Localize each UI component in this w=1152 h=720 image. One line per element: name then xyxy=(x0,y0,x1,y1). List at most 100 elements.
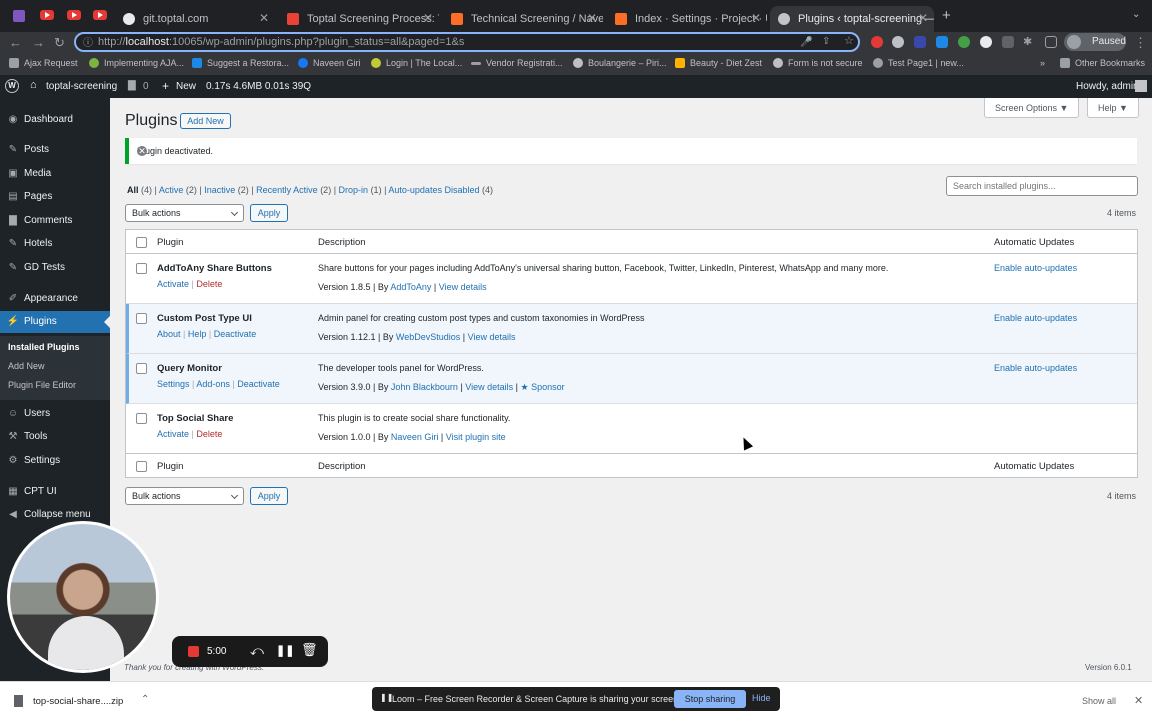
new-content-link[interactable]: New xyxy=(176,81,196,92)
webcam-bubble[interactable] xyxy=(7,521,159,673)
enable-auto-updates-link[interactable]: Enable auto-updates xyxy=(994,313,1077,323)
bookmark-item[interactable]: Implementing AJA... xyxy=(89,58,184,68)
tab-search-icon[interactable] xyxy=(13,10,25,22)
sidebar-item-media[interactable]: ▣ Media xyxy=(0,163,110,185)
site-name-link[interactable]: toptal-screening xyxy=(46,81,117,92)
stop-sharing-button[interactable]: Stop sharing xyxy=(674,690,746,708)
profile-paused-button[interactable]: Paused xyxy=(1064,33,1126,51)
apply-button[interactable]: Apply xyxy=(250,204,288,222)
filter-all[interactable]: All xyxy=(127,185,139,195)
extension-icon[interactable] xyxy=(958,36,970,48)
howdy-account-link[interactable]: Howdy, admin xyxy=(1076,81,1139,92)
details-link[interactable]: View details xyxy=(465,382,513,392)
filter-drop-in[interactable]: Drop-in xyxy=(339,185,369,195)
sidebar-item-posts[interactable]: ✎ Posts xyxy=(0,139,110,161)
plugin-checkbox[interactable] xyxy=(136,263,147,274)
extension-icon[interactable] xyxy=(871,36,883,48)
action-deactivate[interactable]: Deactivate xyxy=(237,379,280,389)
share-icon[interactable]: ⇪ xyxy=(822,34,830,50)
sidebar-item-settings[interactable]: ⚙ Settings xyxy=(0,450,110,472)
sidebar-item-gd-tests[interactable]: ✎ GD Tests xyxy=(0,257,110,279)
action-activate[interactable]: Activate xyxy=(157,429,189,439)
bulk-actions-select[interactable]: Bulk actions xyxy=(125,204,244,222)
download-filename[interactable]: top-social-share....zip xyxy=(33,696,123,707)
filter-recently-active[interactable]: Recently Active xyxy=(256,185,318,195)
help-button[interactable]: Help ▼ xyxy=(1087,98,1139,118)
restart-icon[interactable]: ⤺ xyxy=(250,643,264,659)
details-link[interactable]: View details xyxy=(468,332,516,342)
comment-icon[interactable]: ▇ xyxy=(128,80,136,91)
forward-icon[interactable]: → xyxy=(32,35,45,50)
bookmark-item[interactable]: Suggest a Restora... xyxy=(192,58,289,68)
action-add-ons[interactable]: Add-ons xyxy=(196,379,230,389)
action-help[interactable]: Help xyxy=(188,329,207,339)
extension-icon[interactable] xyxy=(1002,36,1014,48)
bookmarks-overflow-icon[interactable]: » xyxy=(1040,58,1045,68)
plugin-checkbox[interactable] xyxy=(136,363,147,374)
action-deactivate[interactable]: Deactivate xyxy=(214,329,257,339)
close-tab-icon[interactable]: ✕ xyxy=(587,11,597,25)
submenu-installed-plugins[interactable]: Installed Plugins xyxy=(8,342,80,352)
sidebar-item-dashboard[interactable]: ◉ Dashboard xyxy=(0,109,110,131)
youtube-pinned-tab-icon[interactable] xyxy=(40,10,54,20)
browser-tab[interactable]: Technical Screening / Naveen-✕ xyxy=(443,6,603,32)
plugin-checkbox[interactable] xyxy=(136,413,147,424)
sidebar-item-tools[interactable]: ⚒ Tools xyxy=(0,426,110,448)
close-tab-icon[interactable]: ✕ xyxy=(259,11,269,25)
extension-icon[interactable] xyxy=(892,36,904,48)
close-tab-icon[interactable]: ✕ xyxy=(423,11,433,25)
back-icon[interactable]: ← xyxy=(9,35,22,50)
sidebar-item-hotels[interactable]: ✎ Hotels xyxy=(0,233,110,255)
query-monitor-stats[interactable]: 0.17s 4.6MB 0.01s 39Q xyxy=(206,81,311,92)
author-link[interactable]: AddToAny xyxy=(390,282,431,292)
author-link[interactable]: John Blackbourn xyxy=(391,382,458,392)
action-delete[interactable]: Delete xyxy=(196,279,222,289)
details-link[interactable]: View details xyxy=(439,282,487,292)
browser-tab[interactable]: git.toptal.com ✕ xyxy=(115,6,275,32)
side-panel-icon[interactable] xyxy=(1045,36,1057,48)
bulk-actions-select[interactable]: Bulk actions xyxy=(125,487,244,505)
sidebar-item-cpt-ui[interactable]: ▦ CPT UI xyxy=(0,481,110,503)
browser-tab[interactable]: Toptal Screening Process: Tes✕ xyxy=(279,6,439,32)
bookmark-item[interactable]: Form is not secure xyxy=(773,58,863,68)
enable-auto-updates-link[interactable]: Enable auto-updates xyxy=(994,263,1077,273)
bookmark-item[interactable]: Boulangerie – Piri... xyxy=(573,58,667,68)
action-activate[interactable]: Activate xyxy=(157,279,189,289)
author-link[interactable]: Naveen Giri xyxy=(391,432,439,442)
bookmark-item[interactable]: Test Page1 | new... xyxy=(873,58,964,68)
microphone-icon[interactable]: 🎤 xyxy=(800,35,812,51)
bookmark-item[interactable]: Login | The Local... xyxy=(371,58,462,68)
sidebar-item-comments[interactable]: ▇ Comments xyxy=(0,210,110,232)
close-tab-icon[interactable]: ✕ xyxy=(751,11,761,25)
column-plugin[interactable]: Plugin xyxy=(157,237,183,248)
add-new-button[interactable]: Add New xyxy=(180,113,231,129)
column-plugin[interactable]: Plugin xyxy=(157,461,183,472)
submenu-plugin-file-editor[interactable]: Plugin File Editor xyxy=(8,380,76,390)
filter-active[interactable]: Active xyxy=(159,185,184,195)
dismiss-icon[interactable]: ✕ xyxy=(137,146,147,156)
sidebar-item-appearance[interactable]: ✐ Appearance xyxy=(0,288,110,310)
filter-auto-updates-disabled[interactable]: Auto-updates Disabled xyxy=(388,185,479,195)
address-bar[interactable]: ⓘ http://localhost:10065/wp-admin/plugin… xyxy=(74,32,860,52)
bookmark-star-icon[interactable]: ☆ xyxy=(844,33,854,49)
youtube-pinned-tab-icon[interactable] xyxy=(93,10,107,20)
avatar[interactable] xyxy=(1135,80,1147,92)
apply-button[interactable]: Apply xyxy=(250,487,288,505)
new-tab-icon[interactable]: + xyxy=(942,7,951,24)
show-all-downloads[interactable]: Show all xyxy=(1082,696,1116,706)
kebab-menu-icon[interactable]: ⋮ xyxy=(1134,35,1147,51)
action-about[interactable]: About xyxy=(157,329,181,339)
browser-tab-active[interactable]: Plugins ‹ toptal-screening — W✕ xyxy=(770,6,934,32)
extension-icon[interactable] xyxy=(914,36,926,48)
select-all-checkbox[interactable] xyxy=(136,237,147,248)
comments-count[interactable]: 0 xyxy=(143,81,149,92)
browser-tab[interactable]: Index · Settings · Project · Use✕ xyxy=(607,6,767,32)
tab-search-chevron-icon[interactable]: ⌄ xyxy=(1132,9,1140,20)
submenu-add-new[interactable]: Add New xyxy=(8,361,45,371)
bookmark-item[interactable]: Naveen Giri xyxy=(298,58,361,68)
sidebar-item-plugins[interactable]: ⚡ Plugins xyxy=(0,311,110,333)
trash-icon[interactable]: 🗑 xyxy=(301,642,318,658)
sidebar-item-users[interactable]: ☺ Users xyxy=(0,403,110,425)
select-all-checkbox[interactable] xyxy=(136,461,147,472)
close-download-bar-icon[interactable]: ✕ xyxy=(1134,694,1143,707)
